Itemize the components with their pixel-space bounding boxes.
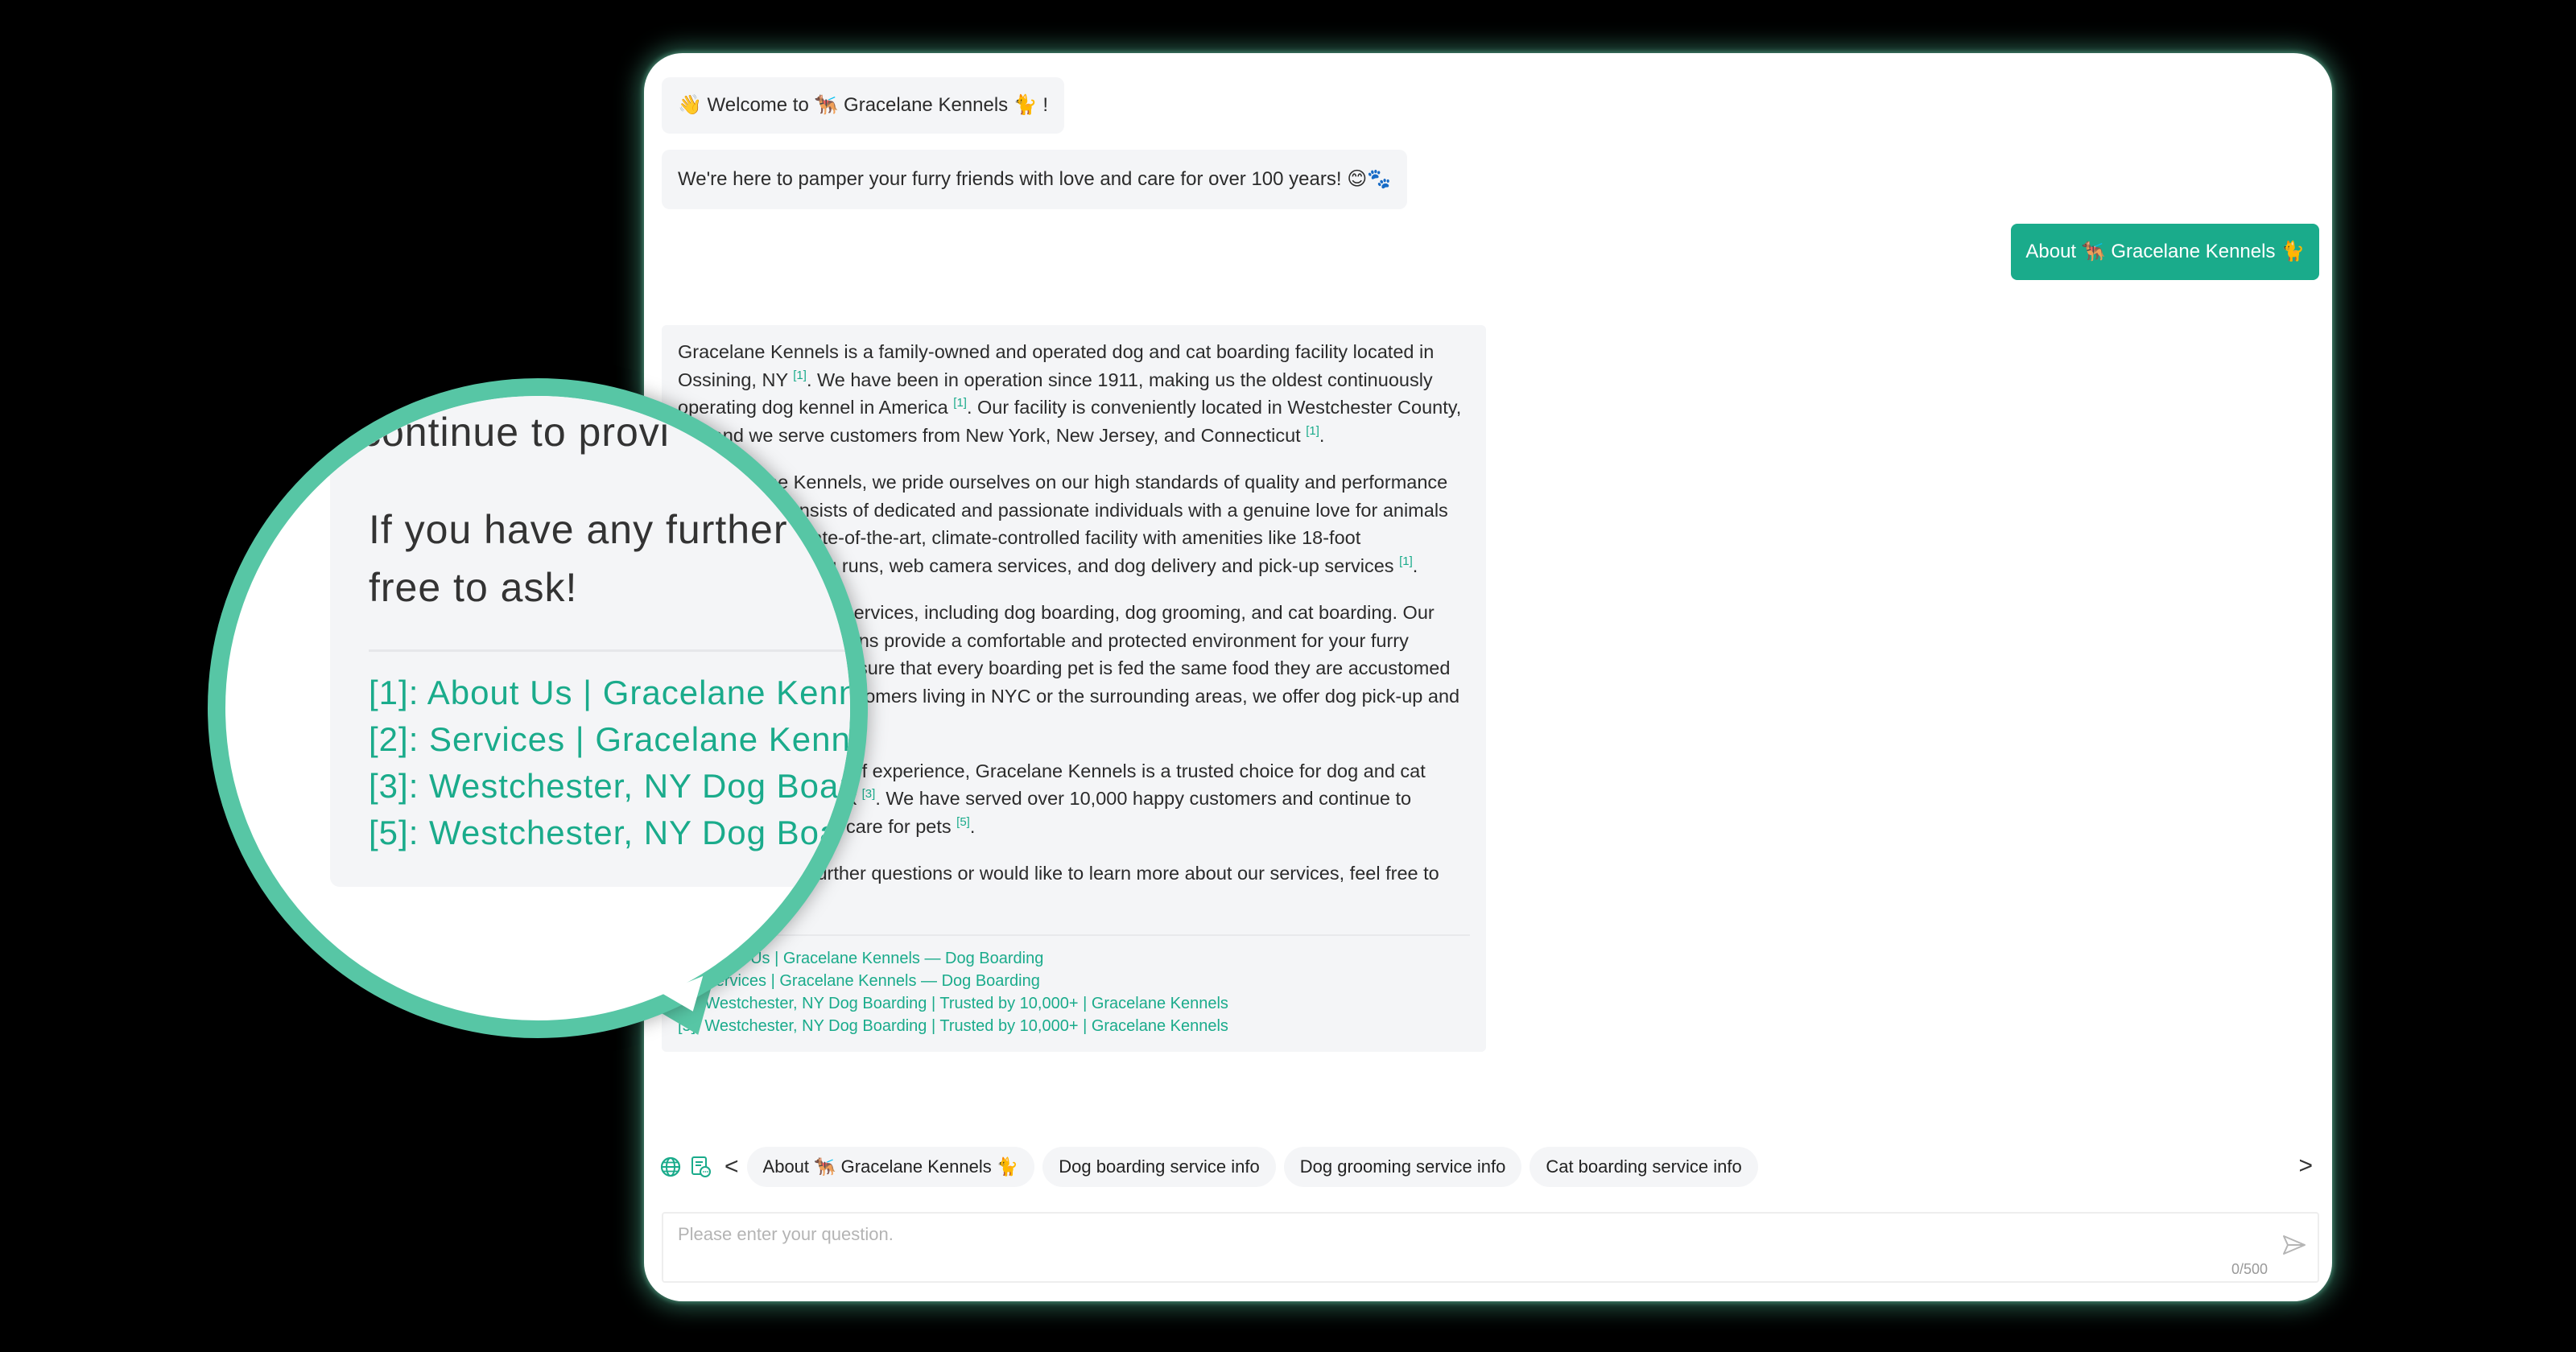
send-icon[interactable]: [2282, 1235, 2306, 1259]
magnifier-callout: continue to provi If you have any furthe…: [208, 378, 868, 1038]
references-list: [1]: About Us | Gracelane Kennels — Dog …: [678, 947, 1470, 1037]
citation-link[interactable]: [3]: [862, 787, 876, 801]
suggestion-chip[interactable]: Cat boarding service info: [1530, 1147, 1758, 1187]
reference-link[interactable]: [2]: Services | Gracelane Kennels — Dog …: [678, 970, 1470, 992]
scroll-right-button[interactable]: >: [2298, 1152, 2313, 1180]
question-input[interactable]: [676, 1223, 2128, 1246]
magnified-reference-link: [1]: About Us | Gracelane Kenne: [369, 674, 868, 711]
magnified-reference-link: [5]: Westchester, NY Dog Boa: [369, 814, 840, 851]
question-input-box: 0/500: [662, 1212, 2319, 1283]
chat-window: 👋 Welcome to 🐕‍🦺 Gracelane Kennels 🐈 ! W…: [644, 53, 2332, 1301]
suggestion-chip[interactable]: About 🐕‍🦺 Gracelane Kennels 🐈: [746, 1147, 1035, 1187]
citation-link[interactable]: [1]: [1306, 424, 1319, 438]
magnified-cut-text: continue to provi: [361, 410, 670, 455]
citation-link[interactable]: [5]: [956, 815, 970, 829]
magnified-references: [1]: About Us | Gracelane Kenne [2]: Ser…: [369, 670, 868, 856]
magnified-reference-link: [3]: Westchester, NY Dog Boar: [369, 767, 852, 805]
suggestion-toolbar: < About 🐕‍🦺 Gracelane Kennels 🐈 Dog boar…: [658, 1144, 2319, 1189]
globe-icon[interactable]: [658, 1155, 683, 1179]
scroll-left-button[interactable]: <: [724, 1155, 739, 1179]
citation-link[interactable]: [1]: [1399, 554, 1413, 568]
magnified-divider: [369, 649, 850, 652]
reference-link[interactable]: [3]: Westchester, NY Dog Boarding | Trus…: [678, 992, 1470, 1015]
intro-message: We're here to pamper your furry friends …: [662, 150, 1408, 209]
char-counter: 0/500: [2231, 1261, 2268, 1277]
magnified-reference-link: [2]: Services | Gracelane Kenne: [369, 720, 868, 758]
citation-link[interactable]: [1]: [953, 396, 967, 410]
welcome-message: 👋 Welcome to 🐕‍🦺 Gracelane Kennels 🐈 !: [662, 77, 1065, 134]
suggestion-chip[interactable]: Dog grooming service info: [1283, 1147, 1522, 1187]
citation-link[interactable]: [1]: [793, 369, 807, 382]
user-message: About 🐕‍🦺 Gracelane Kennels 🐈: [2011, 224, 2319, 280]
chat-document-icon[interactable]: [689, 1155, 713, 1179]
suggestion-chip[interactable]: Dog boarding service info: [1042, 1147, 1276, 1187]
reference-link[interactable]: [1]: About Us | Gracelane Kennels — Dog …: [678, 947, 1470, 970]
reference-link[interactable]: [5]: Westchester, NY Dog Boarding | Trus…: [678, 1015, 1470, 1037]
references-divider: [678, 934, 1470, 936]
magnified-question-text: If you have any further free to ask!: [369, 507, 788, 610]
